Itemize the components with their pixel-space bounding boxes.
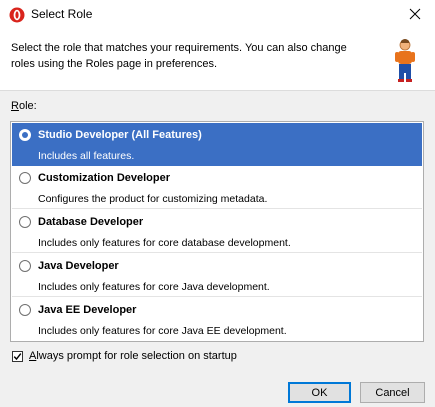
- radio-button[interactable]: [19, 260, 31, 272]
- role-description: Includes all features.: [38, 150, 135, 162]
- role-item-java-ee-developer[interactable]: Java EE Developer Includes only features…: [12, 298, 422, 341]
- close-icon: [409, 8, 421, 23]
- header-band: Select the role that matches your requir…: [0, 30, 435, 91]
- ok-button[interactable]: OK: [288, 382, 351, 403]
- role-item-database-developer[interactable]: Database Developer Includes only feature…: [12, 210, 422, 253]
- role-list: Studio Developer (All Features) Includes…: [10, 121, 424, 342]
- radio-button[interactable]: [19, 172, 31, 184]
- cancel-button[interactable]: Cancel: [360, 382, 425, 403]
- always-prompt-checkbox[interactable]: [12, 351, 23, 362]
- instruction-text: Select the role that matches your requir…: [11, 42, 347, 70]
- role-name: Java Developer: [38, 260, 119, 272]
- role-name: Database Developer: [38, 216, 144, 228]
- role-name: Java EE Developer: [38, 304, 137, 316]
- window-title: Select Role: [31, 7, 93, 21]
- role-name: Customization Developer: [38, 172, 171, 184]
- role-description: Includes only features for core Java EE …: [38, 325, 287, 337]
- close-button[interactable]: [395, 0, 435, 30]
- radio-button[interactable]: [19, 129, 31, 141]
- radio-button[interactable]: [19, 304, 31, 316]
- role-description: Includes only features for core database…: [38, 237, 291, 249]
- role-description: Includes only features for core Java dev…: [38, 281, 270, 293]
- role-item-studio-developer[interactable]: Studio Developer (All Features) Includes…: [12, 123, 422, 166]
- always-prompt-label: Always prompt for role selection on star…: [29, 350, 237, 362]
- title-bar: Select Role: [0, 0, 435, 30]
- role-description: Configures the product for customizing m…: [38, 193, 268, 205]
- role-item-customization-developer[interactable]: Customization Developer Configures the p…: [12, 166, 422, 209]
- role-item-java-developer[interactable]: Java Developer Includes only features fo…: [12, 254, 422, 297]
- radio-button[interactable]: [19, 216, 31, 228]
- person-icon: [393, 38, 417, 82]
- role-name: Studio Developer (All Features): [38, 129, 202, 141]
- oracle-o-icon: [9, 7, 25, 23]
- role-label: Role:: [11, 100, 37, 112]
